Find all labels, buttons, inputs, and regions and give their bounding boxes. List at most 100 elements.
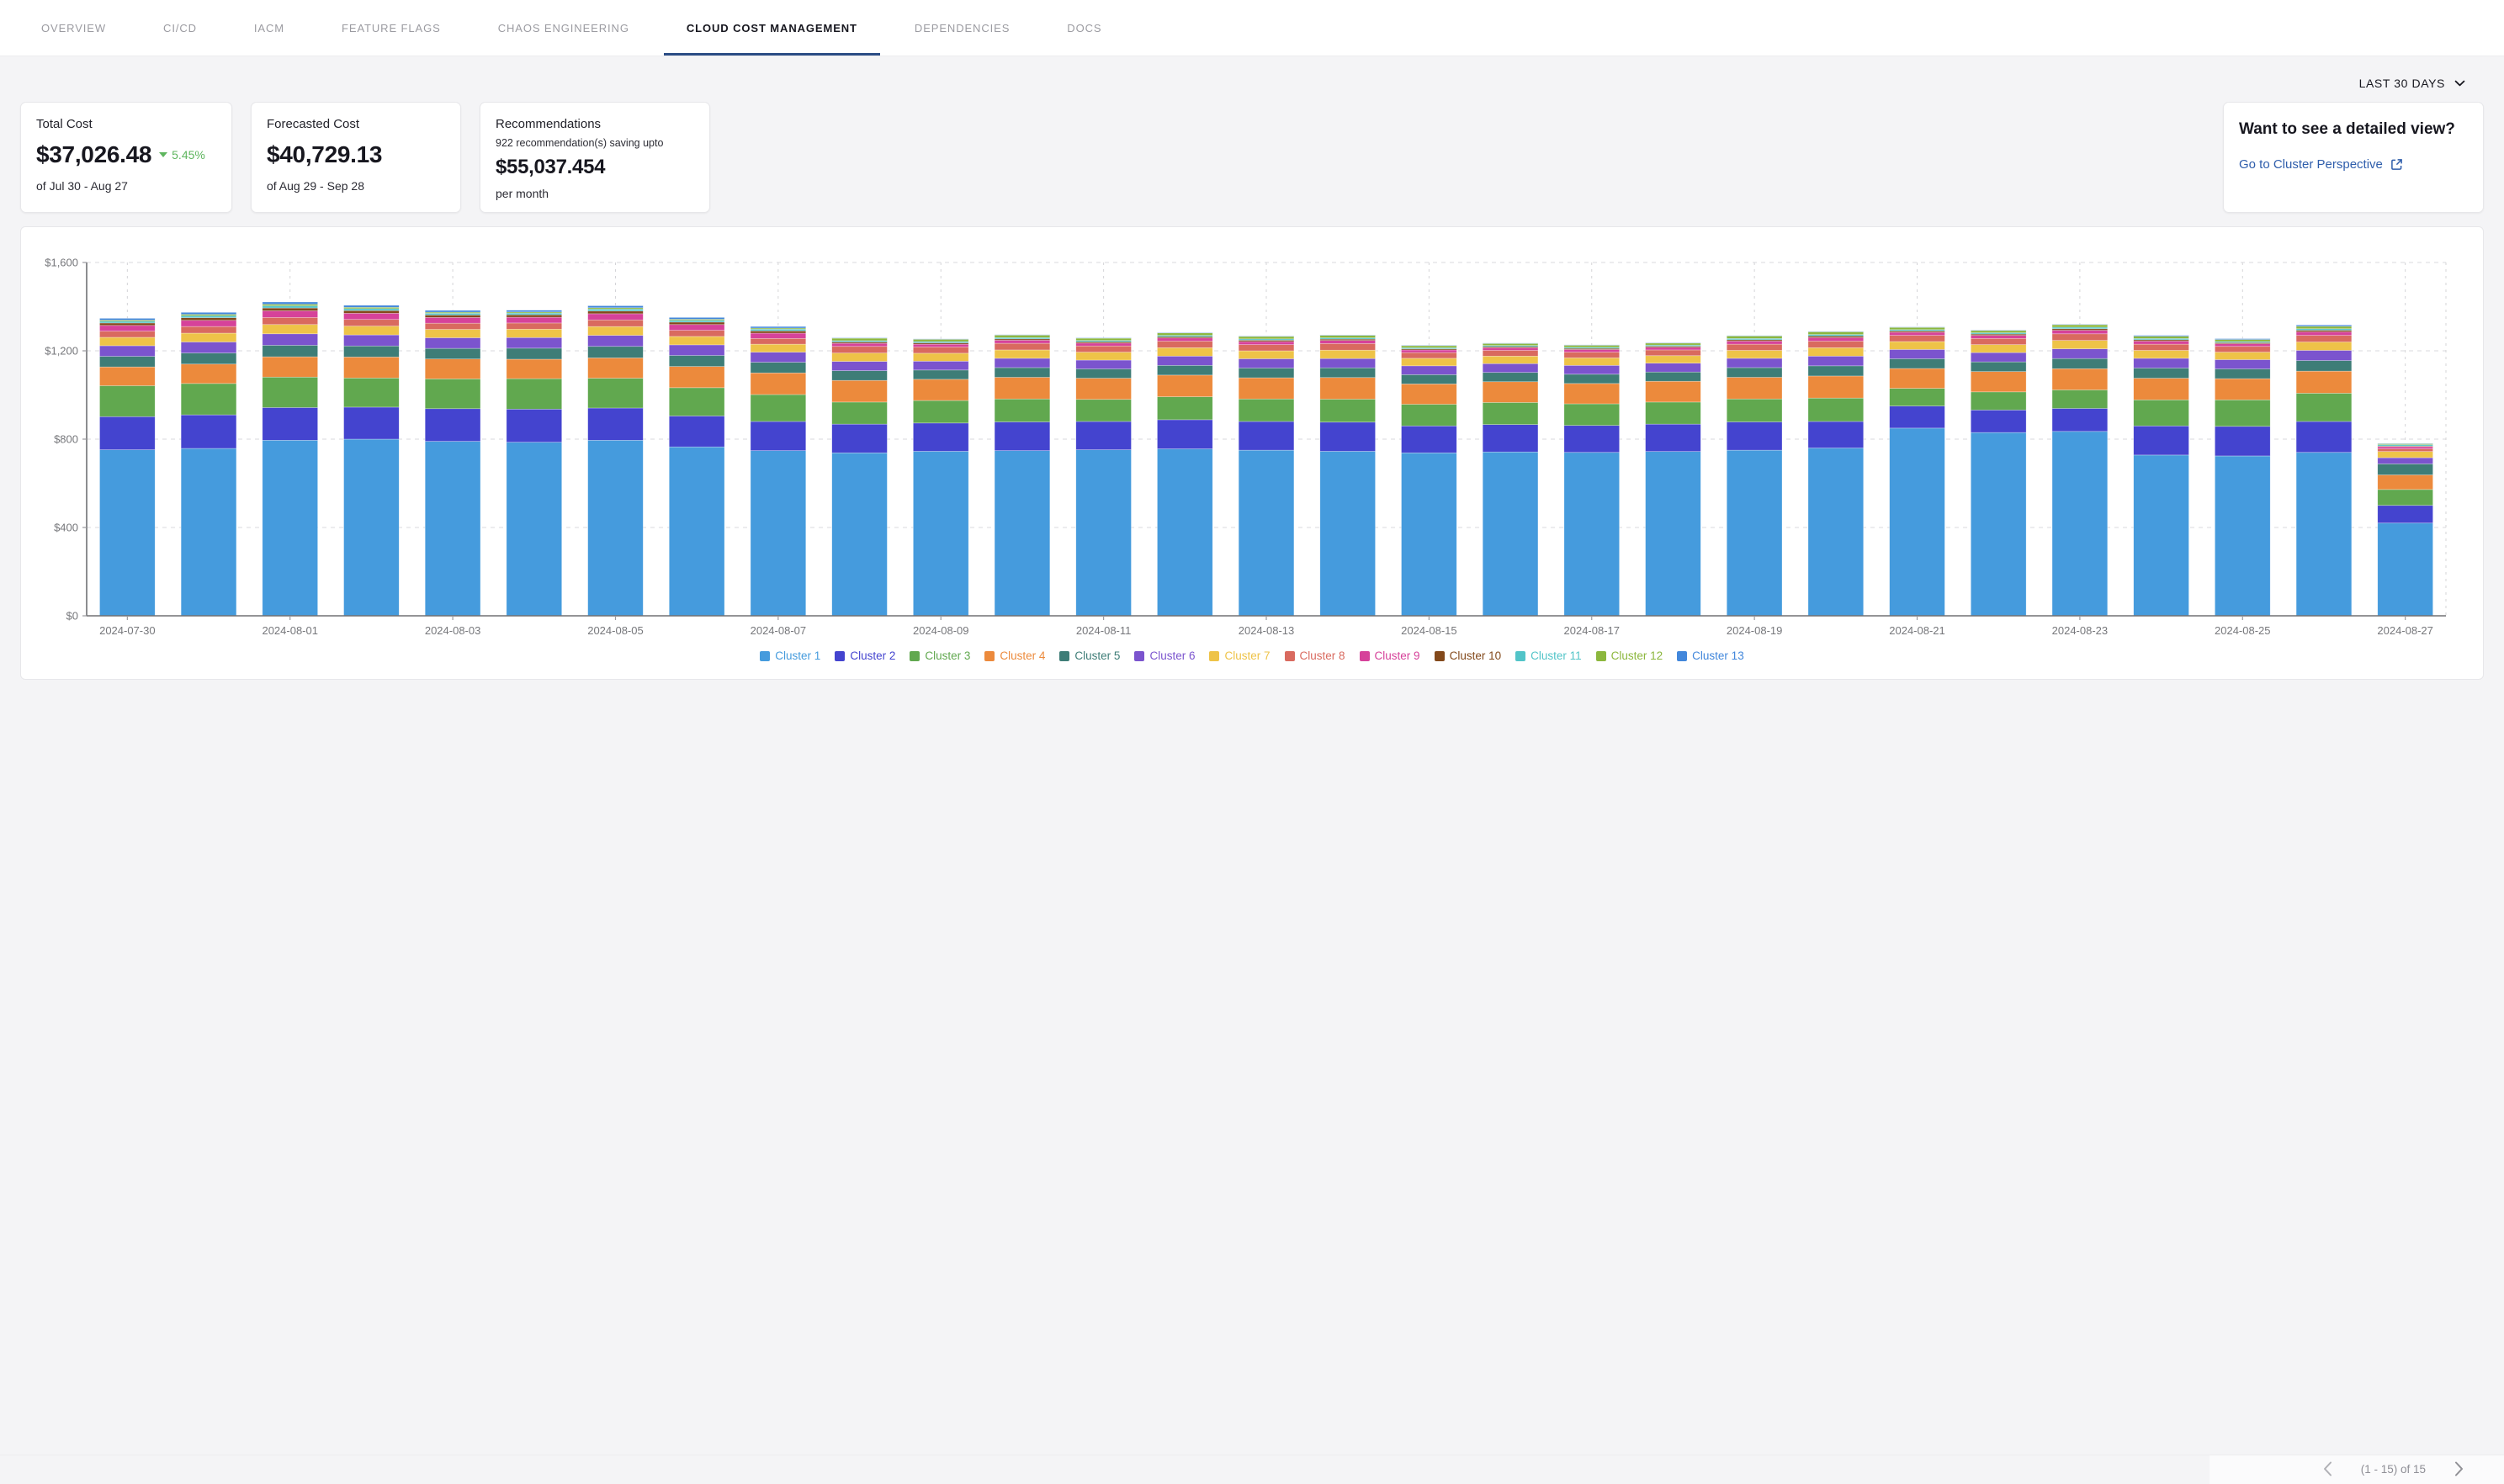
bar-segment-cluster-6-2024-08-19[interactable] xyxy=(1727,358,1782,368)
bar-segment-cluster-1-2024-08-17[interactable] xyxy=(1564,453,1620,616)
bar-segment-cluster-13-2024-08-05[interactable] xyxy=(588,305,644,307)
bar-segment-cluster-11-2024-08-04[interactable] xyxy=(507,313,562,315)
bar-segment-cluster-1-2024-08-12[interactable] xyxy=(1157,449,1212,616)
tab-chaos-engineering[interactable]: CHAOS ENGINEERING xyxy=(475,0,652,56)
bar-segment-cluster-1-2024-08-14[interactable] xyxy=(1320,451,1376,616)
bar-segment-cluster-7-2024-08-05[interactable] xyxy=(588,326,644,336)
bar-segment-cluster-6-2024-08-11[interactable] xyxy=(1076,360,1132,369)
bar-segment-cluster-6-2024-08-01[interactable] xyxy=(263,334,318,346)
bar-segment-cluster-1-2024-08-10[interactable] xyxy=(995,451,1050,616)
bar-segment-cluster-10-2024-08-06[interactable] xyxy=(669,322,724,325)
legend-item-cluster-3[interactable]: Cluster 3 xyxy=(910,649,970,662)
tab-feature-flags[interactable]: FEATURE FLAGS xyxy=(319,0,464,56)
bar-segment-cluster-9-2024-08-18[interactable] xyxy=(1646,347,1701,350)
bar-segment-cluster-7-2024-08-20[interactable] xyxy=(1808,347,1864,356)
bar-segment-cluster-3-2024-08-02[interactable] xyxy=(344,378,400,407)
bar-segment-cluster-2-2024-08-13[interactable] xyxy=(1239,421,1294,450)
bar-segment-cluster-7-2024-08-16[interactable] xyxy=(1483,356,1538,363)
bar-segment-cluster-12-2024-08-16[interactable] xyxy=(1483,343,1538,345)
bar-segment-cluster-2-2024-08-21[interactable] xyxy=(1890,406,1945,428)
bar-segment-cluster-4-2024-08-18[interactable] xyxy=(1646,381,1701,402)
bar-segment-cluster-5-2024-08-18[interactable] xyxy=(1646,372,1701,381)
bar-segment-cluster-7-2024-08-08[interactable] xyxy=(832,353,888,362)
bar-segment-cluster-3-2024-08-22[interactable] xyxy=(1971,392,2026,411)
bar-segment-cluster-9-2024-08-25[interactable] xyxy=(2215,344,2270,347)
bar-segment-cluster-6-2024-08-10[interactable] xyxy=(995,358,1050,368)
bar-segment-cluster-2-2024-08-16[interactable] xyxy=(1483,425,1538,453)
bar-segment-cluster-13-2024-08-23[interactable] xyxy=(2052,325,2108,326)
legend-item-cluster-2[interactable]: Cluster 2 xyxy=(835,649,895,662)
bar-segment-cluster-4-2024-08-07[interactable] xyxy=(751,373,806,395)
bar-segment-cluster-7-2024-08-26[interactable] xyxy=(2296,342,2352,351)
bar-segment-cluster-2-2024-08-18[interactable] xyxy=(1646,424,1701,452)
bar-segment-cluster-5-2024-08-04[interactable] xyxy=(507,348,562,359)
bar-segment-cluster-2-2024-08-02[interactable] xyxy=(344,407,400,439)
bar-segment-cluster-4-2024-08-27[interactable] xyxy=(2378,475,2433,490)
bar-segment-cluster-7-2024-08-09[interactable] xyxy=(913,353,968,361)
bar-segment-cluster-11-2024-08-02[interactable] xyxy=(344,309,400,310)
bar-segment-cluster-2-2024-08-19[interactable] xyxy=(1727,422,1782,451)
bar-segment-cluster-2-2024-08-24[interactable] xyxy=(2134,426,2189,455)
bar-segment-cluster-6-2024-08-25[interactable] xyxy=(2215,360,2270,369)
bar-segment-cluster-13-2024-08-22[interactable] xyxy=(1971,330,2026,331)
bar-segment-cluster-12-2024-08-14[interactable] xyxy=(1320,336,1376,338)
bar-segment-cluster-1-2024-08-25[interactable] xyxy=(2215,456,2270,616)
bar-segment-cluster-2-2024-08-25[interactable] xyxy=(2215,427,2270,456)
bar-segment-cluster-2-2024-08-05[interactable] xyxy=(588,408,644,440)
bar-segment-cluster-7-2024-08-27[interactable] xyxy=(2378,452,2433,458)
bar-segment-cluster-3-2024-08-03[interactable] xyxy=(425,379,480,408)
bar-segment-cluster-13-2024-08-09[interactable] xyxy=(913,339,968,340)
bar-segment-cluster-3-2024-08-15[interactable] xyxy=(1402,405,1457,427)
bar-segment-cluster-6-2024-08-05[interactable] xyxy=(588,336,644,347)
bar-segment-cluster-1-2024-08-23[interactable] xyxy=(2052,432,2108,616)
bar-segment-cluster-8-2024-08-21[interactable] xyxy=(1890,336,1945,342)
bar-segment-cluster-5-2024-08-10[interactable] xyxy=(995,368,1050,378)
bar-segment-cluster-9-2024-08-22[interactable] xyxy=(1971,336,2026,339)
bar-segment-cluster-7-2024-08-13[interactable] xyxy=(1239,351,1294,358)
bar-segment-cluster-8-2024-08-04[interactable] xyxy=(507,323,562,329)
bar-segment-cluster-5-2024-08-01[interactable] xyxy=(263,345,318,357)
bar-segment-cluster-1-2024-08-06[interactable] xyxy=(669,447,724,616)
bar-segment-cluster-4-2024-08-13[interactable] xyxy=(1239,378,1294,399)
bar-segment-cluster-3-2024-08-06[interactable] xyxy=(669,388,724,416)
bar-segment-cluster-1-2024-08-03[interactable] xyxy=(425,442,480,616)
bar-segment-cluster-11-2024-08-07[interactable] xyxy=(751,329,806,331)
bar-segment-cluster-3-2024-08-07[interactable] xyxy=(751,395,806,421)
bar-segment-cluster-13-2024-08-26[interactable] xyxy=(2296,325,2352,326)
bar-segment-cluster-9-2024-08-09[interactable] xyxy=(913,344,968,347)
bar-segment-cluster-13-2024-08-10[interactable] xyxy=(995,335,1050,336)
bar-segment-cluster-9-2024-08-07[interactable] xyxy=(751,333,806,338)
bar-segment-cluster-2-2024-08-23[interactable] xyxy=(2052,409,2108,432)
bar-segment-cluster-7-2024-08-21[interactable] xyxy=(1890,342,1945,349)
bar-segment-cluster-8-2024-08-01[interactable] xyxy=(263,317,318,324)
bar-segment-cluster-12-2024-08-26[interactable] xyxy=(2296,326,2352,329)
bar-segment-cluster-3-2024-08-21[interactable] xyxy=(1890,389,1945,406)
bar-segment-cluster-7-2024-08-03[interactable] xyxy=(425,330,480,338)
bar-segment-cluster-8-2024-08-22[interactable] xyxy=(1971,338,2026,344)
bar-segment-cluster-4-2024-08-05[interactable] xyxy=(588,358,644,378)
bar-segment-cluster-9-2024-08-16[interactable] xyxy=(1483,347,1538,350)
bar-segment-cluster-4-2024-08-14[interactable] xyxy=(1320,378,1376,400)
bar-segment-cluster-8-2024-08-24[interactable] xyxy=(2134,344,2189,350)
bar-segment-cluster-5-2024-08-21[interactable] xyxy=(1890,358,1945,368)
bar-segment-cluster-8-2024-08-25[interactable] xyxy=(2215,347,2270,352)
bar-segment-cluster-13-2024-08-08[interactable] xyxy=(832,338,888,339)
bar-segment-cluster-7-2024-07-31[interactable] xyxy=(181,333,236,342)
bar-segment-cluster-4-2024-08-21[interactable] xyxy=(1890,368,1945,389)
bar-segment-cluster-9-2024-07-31[interactable] xyxy=(181,321,236,326)
cluster-perspective-link[interactable]: Go to Cluster Perspective xyxy=(2239,157,2403,172)
bar-segment-cluster-5-2024-08-08[interactable] xyxy=(832,371,888,381)
bar-segment-cluster-8-2024-08-20[interactable] xyxy=(1808,341,1864,347)
bar-segment-cluster-12-2024-08-18[interactable] xyxy=(1646,343,1701,345)
bar-segment-cluster-1-2024-08-07[interactable] xyxy=(751,451,806,616)
bar-segment-cluster-13-2024-08-21[interactable] xyxy=(1890,327,1945,328)
bar-segment-cluster-12-2024-08-20[interactable] xyxy=(1808,331,1864,334)
bar-segment-cluster-6-2024-08-17[interactable] xyxy=(1564,365,1620,374)
bar-segment-cluster-4-2024-08-15[interactable] xyxy=(1402,384,1457,404)
bar-segment-cluster-5-2024-08-27[interactable] xyxy=(2378,464,2433,474)
bar-segment-cluster-7-2024-08-22[interactable] xyxy=(1971,345,2026,352)
bar-segment-cluster-4-2024-08-11[interactable] xyxy=(1076,379,1132,400)
bar-segment-cluster-12-2024-08-21[interactable] xyxy=(1890,327,1945,330)
bar-segment-cluster-4-2024-08-20[interactable] xyxy=(1808,376,1864,398)
bar-segment-cluster-7-2024-08-15[interactable] xyxy=(1402,358,1457,366)
